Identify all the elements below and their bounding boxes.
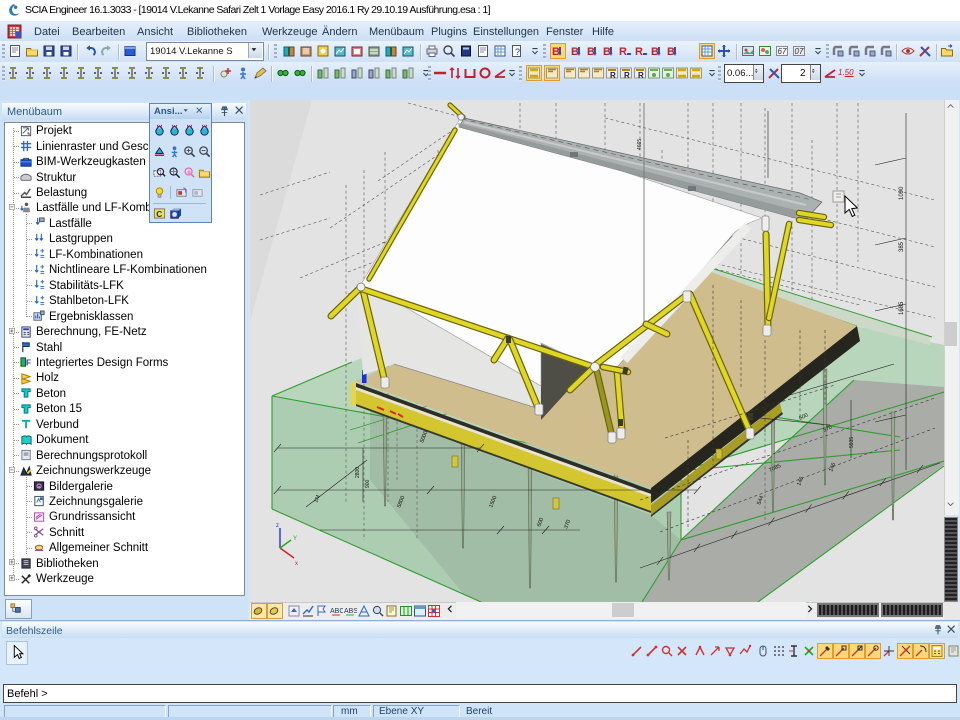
svg-text:R: R <box>610 71 616 80</box>
svg-text:R: R <box>624 71 630 80</box>
svg-text:?: ? <box>515 47 520 57</box>
svg-text:R: R <box>635 46 643 58</box>
svg-text:67: 67 <box>778 47 787 56</box>
svg-text:B: B <box>651 46 659 58</box>
svg-text:F: F <box>26 357 31 367</box>
svg-text:900: 900 <box>365 479 371 488</box>
svg-text:z: z <box>276 523 279 529</box>
svg-text:B: B <box>552 46 560 58</box>
svg-text:R: R <box>638 71 644 80</box>
svg-text:B: B <box>667 46 675 58</box>
svg-text:C: C <box>156 209 162 219</box>
svg-text:B: B <box>603 46 611 58</box>
svg-text:4665: 4665 <box>637 139 643 150</box>
svg-text:x: x <box>295 561 298 567</box>
svg-text:385: 385 <box>899 241 905 252</box>
svg-text:B: B <box>587 46 595 58</box>
svg-text:2800: 2800 <box>355 467 361 478</box>
svg-text:Y: Y <box>293 536 297 542</box>
svg-text:B: B <box>571 46 579 58</box>
svg-text:ABS: ABS <box>344 608 357 615</box>
svg-text:07: 07 <box>795 47 804 56</box>
svg-text:R: R <box>619 46 627 58</box>
svg-text:1090: 1090 <box>899 186 905 200</box>
svg-text:ABC: ABC <box>330 608 343 615</box>
svg-text:5935: 5935 <box>849 437 855 448</box>
svg-text:1685: 1685 <box>899 301 905 315</box>
